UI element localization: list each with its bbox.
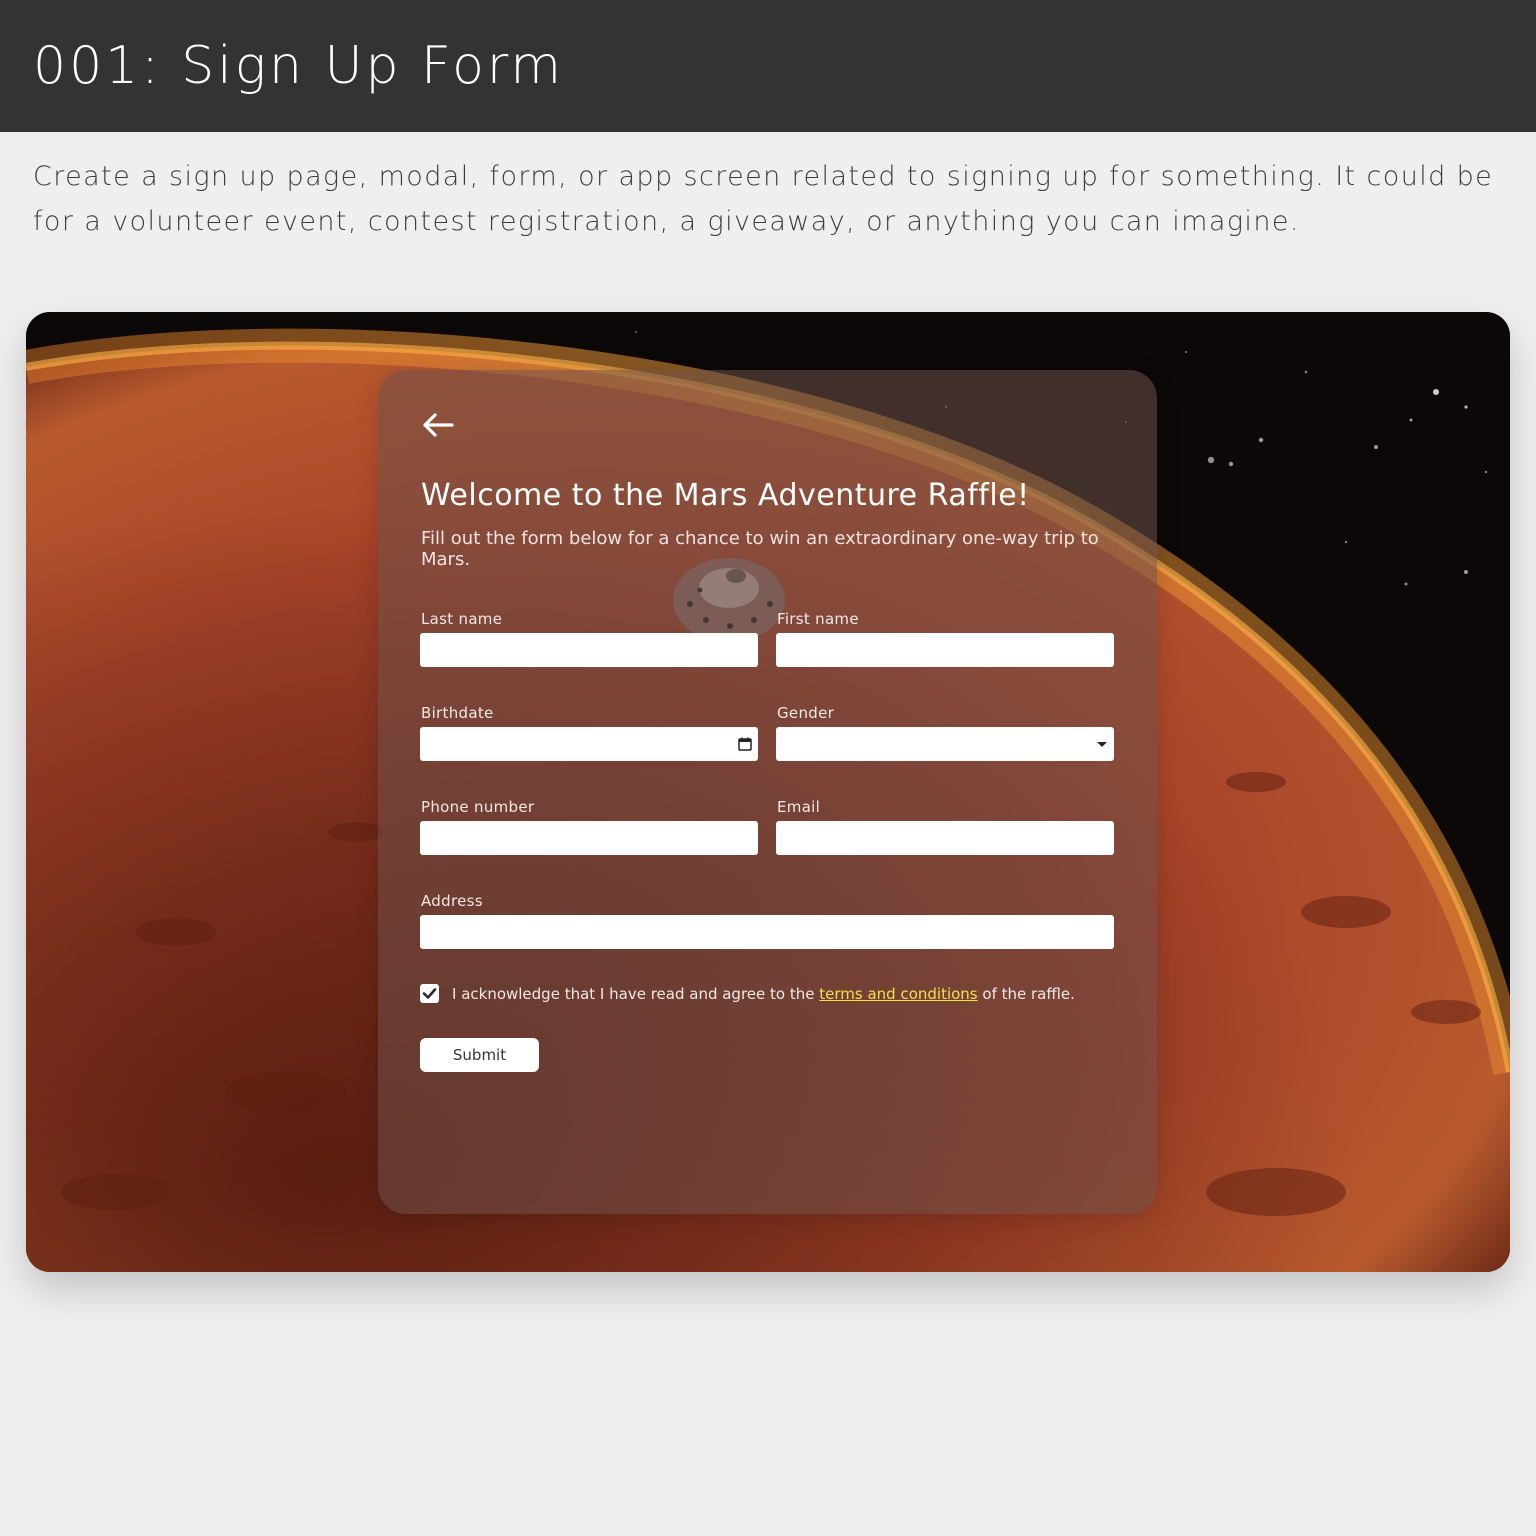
terms-suffix: of the raffle. [982, 985, 1075, 1003]
caret-down-icon[interactable] [1094, 736, 1110, 752]
email-input[interactable] [776, 821, 1114, 855]
address-label: Address [421, 892, 483, 910]
phone-number-label: Phone number [421, 798, 535, 816]
mars-scene: Welcome to the Mars Adventure Raffle! Fi… [26, 312, 1510, 1272]
page-header: 001: Sign Up Form [0, 0, 1536, 132]
prompt-description: Create a sign up page, modal, form, or a… [33, 161, 1494, 237]
checkmark-icon [422, 988, 437, 999]
last-name-label: Last name [421, 610, 503, 628]
calendar-icon[interactable] [737, 736, 753, 752]
last-name-input[interactable] [420, 633, 758, 667]
terms-checkbox[interactable] [420, 984, 439, 1003]
email-label: Email [777, 798, 821, 816]
form-title: Welcome to the Mars Adventure Raffle! [421, 478, 1030, 513]
first-name-label: First name [777, 610, 859, 628]
birthdate-label: Birthdate [421, 704, 494, 722]
arrow-left-icon[interactable] [420, 410, 456, 440]
page-title: 001: Sign Up Form [33, 36, 565, 96]
address-input[interactable] [420, 915, 1114, 949]
gender-label: Gender [777, 704, 835, 722]
form-subtitle: Fill out the form below for a chance to … [421, 528, 1099, 570]
submit-button[interactable]: Submit [420, 1038, 539, 1072]
terms-link[interactable]: terms and conditions [819, 985, 977, 1003]
phone-number-input[interactable] [420, 821, 758, 855]
signup-card: Welcome to the Mars Adventure Raffle! Fi… [378, 370, 1157, 1214]
terms-acknowledgement: I acknowledge that I have read and agree… [452, 985, 1075, 1003]
birthdate-input[interactable] [420, 727, 758, 761]
gender-select[interactable] [776, 727, 1114, 761]
terms-prefix: I acknowledge that I have read and agree… [452, 985, 815, 1003]
first-name-input[interactable] [776, 633, 1114, 667]
